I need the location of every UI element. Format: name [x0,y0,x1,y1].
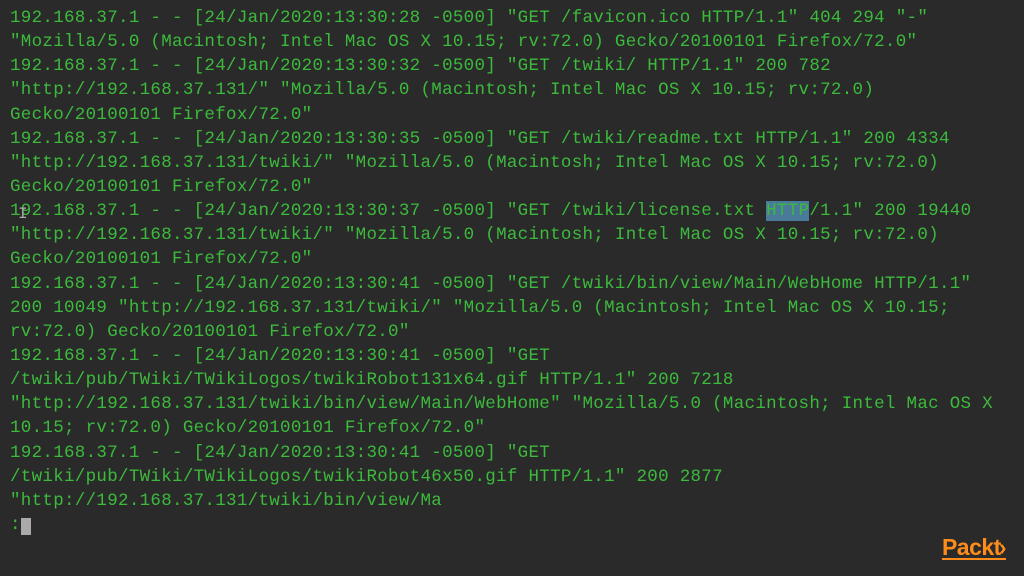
packt-logo: Packt› [942,532,1006,564]
search-highlight: HTTP [766,201,809,221]
pager-prompt: : [10,515,21,535]
log-pre-highlight: 192.168.37.1 - - [24/Jan/2020:13:30:28 -… [10,8,961,221]
cursor-icon [21,518,31,535]
chevron-right-icon: › [999,534,1006,560]
log-post-highlight: /1.1" 200 19440 "http://192.168.37.131/t… [10,201,1004,511]
terminal-output[interactable]: 192.168.37.1 - - [24/Jan/2020:13:30:28 -… [10,6,1014,537]
packt-logo-text: Packt [942,534,1001,560]
text-cursor-icon: I [18,203,28,225]
